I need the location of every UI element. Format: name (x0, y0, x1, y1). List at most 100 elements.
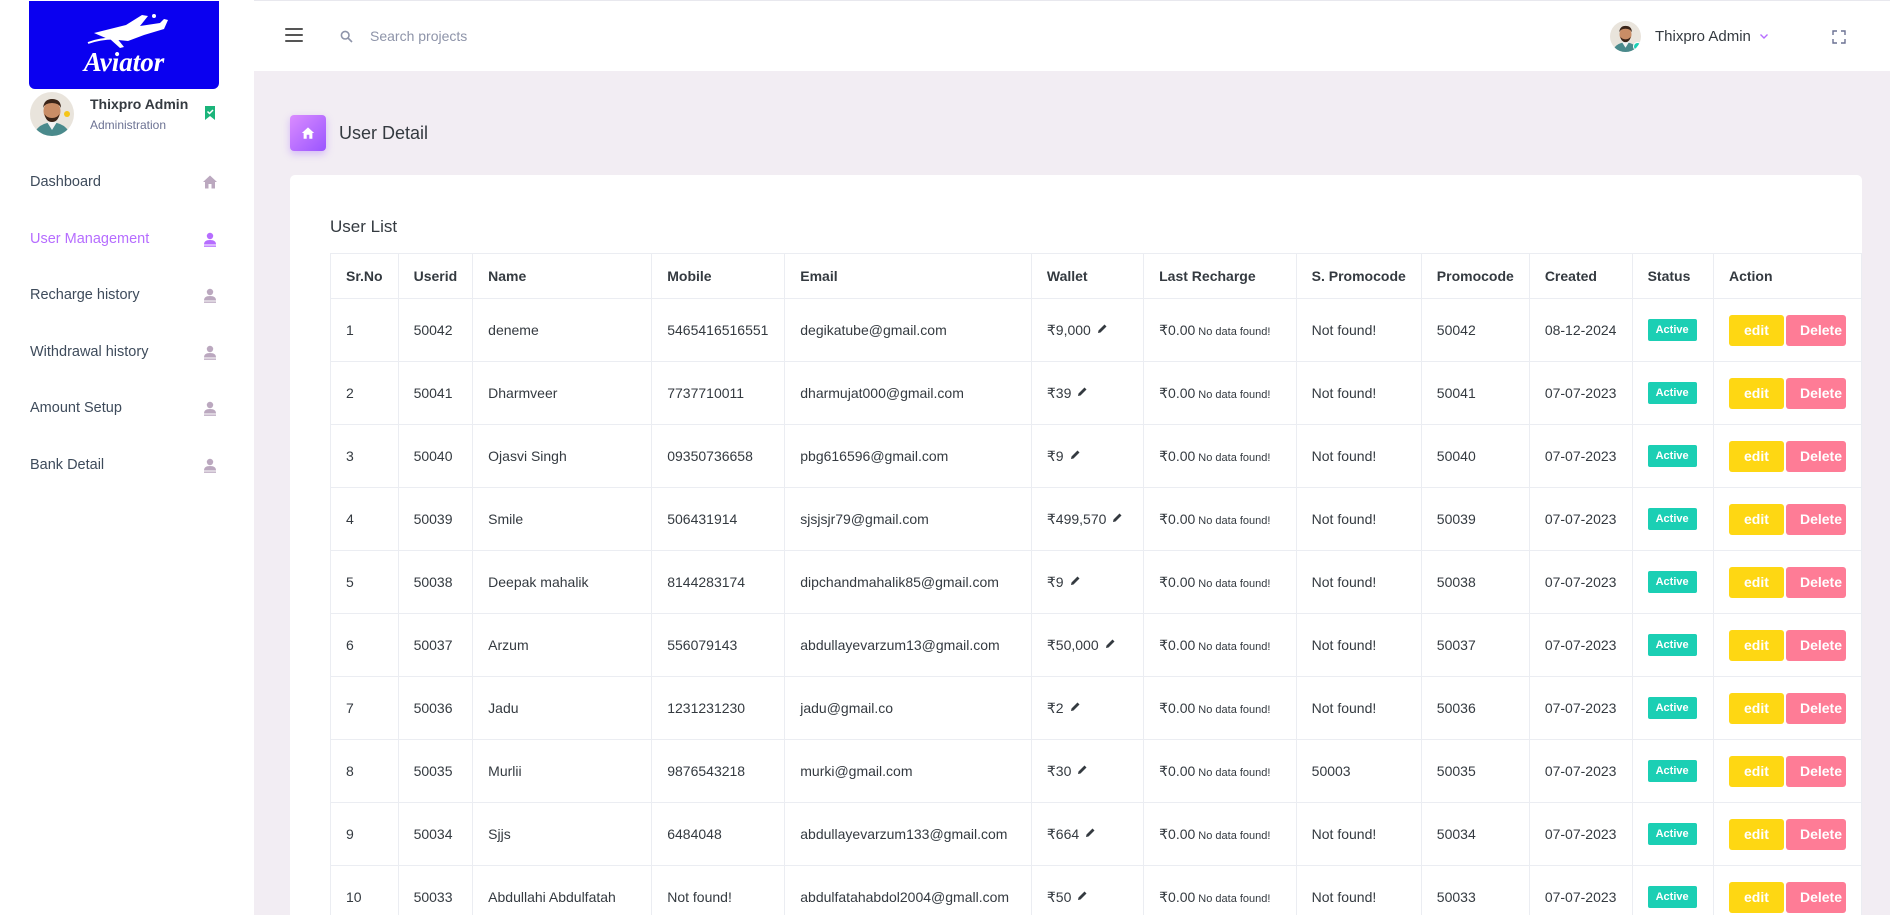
user-table: Sr.No Userid Name Mobile Email Wallet La… (330, 253, 1862, 915)
cell-mobile: 506431914 (651, 487, 786, 551)
status-badge[interactable]: Active (1647, 382, 1697, 404)
edit-button[interactable]: edit (1728, 818, 1784, 850)
edit-button[interactable]: edit (1728, 881, 1784, 913)
status-badge[interactable]: Active (1647, 508, 1697, 530)
column-header: Action (1712, 253, 1862, 299)
sidebar-profile[interactable]: Thixpro Admin Administration (30, 92, 220, 136)
avatar (1610, 20, 1641, 52)
delete-button[interactable]: Delete (1785, 503, 1846, 535)
last-recharge-note: No data found! (1198, 892, 1271, 905)
cell-mobile: 1231231230 (651, 676, 786, 740)
status-badge[interactable]: Active (1647, 634, 1697, 656)
column-header[interactable]: S. Promocode (1295, 253, 1422, 299)
sidebar-item-label: Recharge history (30, 287, 140, 304)
cell-status: Active (1631, 739, 1714, 803)
column-header[interactable]: Last Recharge (1143, 253, 1297, 299)
status-badge[interactable]: Active (1647, 760, 1697, 782)
status-badge[interactable]: Active (1647, 823, 1697, 845)
edit-button[interactable]: edit (1728, 314, 1784, 346)
edit-button[interactable]: edit (1728, 377, 1784, 409)
pencil-edit-icon[interactable] (1077, 386, 1088, 397)
cell-s-promocode: Not found! (1295, 802, 1422, 866)
pencil-edit-icon[interactable] (1112, 512, 1123, 523)
status-badge[interactable]: Active (1647, 571, 1697, 593)
column-header[interactable]: Mobile (651, 253, 786, 299)
delete-button[interactable]: Delete (1785, 566, 1846, 598)
status-badge[interactable]: Active (1647, 886, 1697, 908)
edit-button[interactable]: edit (1728, 440, 1784, 472)
cell-userid: 50038 (397, 550, 474, 614)
cell-sr-no: 10 (330, 865, 399, 915)
cell-created: 07-07-2023 (1528, 739, 1633, 803)
delete-button[interactable]: Delete (1785, 881, 1846, 913)
pencil-edit-icon[interactable] (1077, 764, 1088, 775)
edit-button[interactable]: edit (1728, 566, 1784, 598)
cell-name: deneme (472, 298, 653, 362)
cell-s-promocode: Not found! (1295, 298, 1422, 362)
delete-button[interactable]: Delete (1785, 692, 1846, 724)
pencil-edit-icon[interactable] (1070, 575, 1081, 586)
search-input[interactable] (370, 23, 670, 49)
column-header[interactable]: Created (1528, 253, 1633, 299)
cell-mobile: 9876543218 (651, 739, 786, 803)
column-header[interactable]: Name (472, 253, 653, 299)
pencil-edit-icon[interactable] (1105, 638, 1116, 649)
delete-button[interactable]: Delete (1785, 818, 1846, 850)
pencil-edit-icon[interactable] (1085, 827, 1096, 838)
cell-s-promocode: Not found! (1295, 487, 1422, 551)
user-menu[interactable]: Thixpro Admin (1610, 20, 1769, 52)
cell-email: abdullayevarzum133@gmail.com (784, 802, 1032, 866)
pencil-edit-icon[interactable] (1070, 449, 1081, 460)
delete-button[interactable]: Delete (1785, 440, 1846, 472)
delete-button[interactable]: Delete (1785, 377, 1846, 409)
status-badge[interactable]: Active (1647, 445, 1697, 467)
sidebar-item-dashboard[interactable]: Dashboard (0, 154, 254, 211)
sidebar-item-withdrawal-history[interactable]: Withdrawal history (0, 324, 254, 381)
cell-last-recharge: ₹0.00 No data found! (1143, 739, 1297, 803)
column-header[interactable]: Email (784, 253, 1032, 299)
delete-button[interactable]: Delete (1785, 755, 1846, 787)
edit-button[interactable]: edit (1728, 629, 1784, 661)
cell-last-recharge: ₹0.00 No data found! (1143, 424, 1297, 488)
fullscreen-icon[interactable] (1832, 30, 1846, 44)
column-header[interactable]: Wallet (1030, 253, 1145, 299)
sidebar-item-bank-detail[interactable]: Bank Detail (0, 437, 254, 494)
cell-wallet: ₹39 (1030, 361, 1145, 425)
cell-mobile: 5465416516551 (651, 298, 786, 362)
edit-button[interactable]: edit (1728, 503, 1784, 535)
cell-mobile: 8144283174 (651, 550, 786, 614)
pencil-edit-icon[interactable] (1077, 890, 1088, 901)
wallet-amount: ₹2 (1046, 699, 1064, 716)
menu-toggle-icon[interactable] (285, 28, 303, 42)
column-header[interactable]: Promocode (1420, 253, 1530, 299)
cell-action: edit Delete (1712, 487, 1862, 551)
last-recharge-amount: ₹0.00 (1159, 573, 1196, 590)
cell-mobile: 6484048 (651, 802, 786, 866)
user-icon (204, 402, 216, 417)
last-recharge-amount: ₹0.00 (1159, 636, 1196, 653)
status-badge[interactable]: Active (1647, 697, 1697, 719)
sidebar-item-amount-setup[interactable]: Amount Setup (0, 380, 254, 437)
column-header[interactable]: Userid (397, 253, 474, 299)
status-badge[interactable]: Active (1647, 319, 1697, 341)
cell-wallet: ₹50,000 (1030, 613, 1145, 677)
sidebar-item-user-management[interactable]: User Management (0, 211, 254, 268)
cell-created: 07-07-2023 (1528, 487, 1633, 551)
delete-button[interactable]: Delete (1785, 314, 1846, 346)
edit-button[interactable]: edit (1728, 692, 1784, 724)
column-header[interactable]: Sr.No (330, 253, 399, 299)
pencil-edit-icon[interactable] (1070, 701, 1081, 712)
cell-name: Sjjs (472, 802, 653, 866)
wallet-amount: ₹50,000 (1046, 636, 1099, 653)
wallet-amount: ₹499,570 (1046, 510, 1107, 527)
aviator-logo[interactable]: Aviator (29, 1, 219, 89)
pencil-edit-icon[interactable] (1097, 323, 1108, 334)
edit-button[interactable]: edit (1728, 755, 1784, 787)
last-recharge-note: No data found! (1198, 703, 1271, 716)
chevron-down-icon (1759, 34, 1768, 39)
column-header[interactable]: Status (1631, 253, 1714, 299)
cell-status: Active (1631, 865, 1714, 915)
delete-button[interactable]: Delete (1785, 629, 1846, 661)
sidebar-item-recharge-history[interactable]: Recharge history (0, 267, 254, 324)
cell-s-promocode: Not found! (1295, 361, 1422, 425)
